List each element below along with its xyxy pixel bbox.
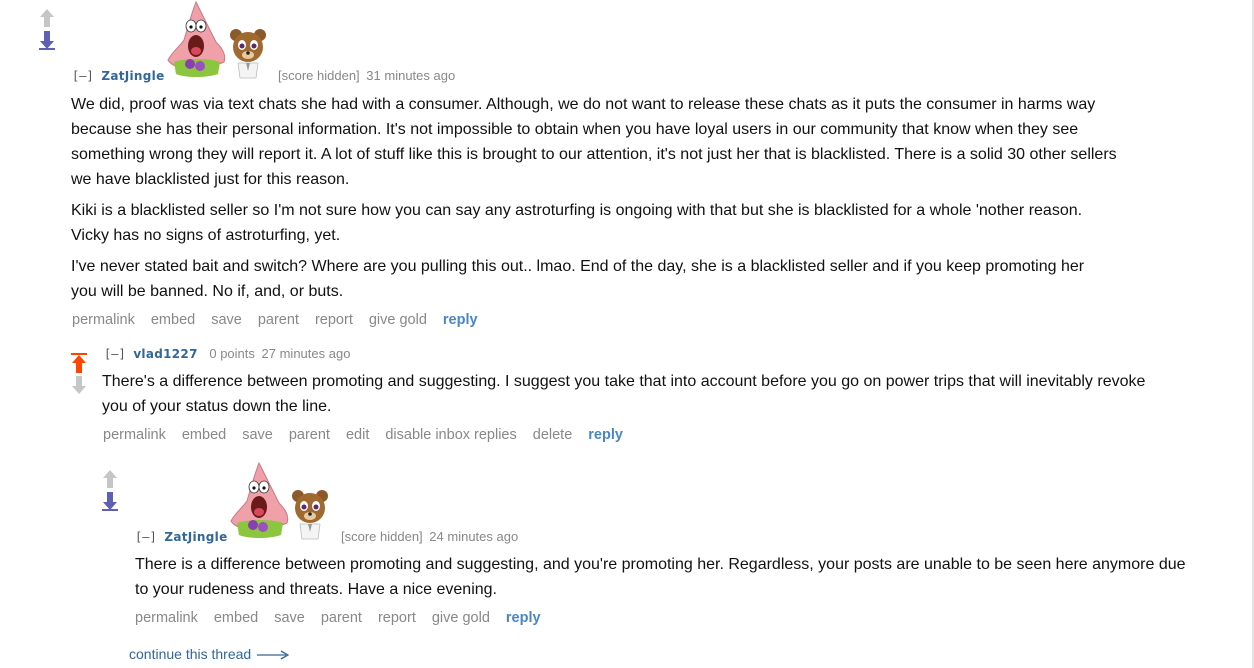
timestamp: 31 minutes ago (366, 68, 456, 83)
give-gold-link[interactable]: give gold (369, 312, 427, 328)
comment-tagline-3: [–] ZatJingle (135, 529, 228, 544)
score-label: [score hidden] (278, 68, 360, 83)
long-right-arrow-icon (257, 647, 290, 663)
downvote-arrow-icon[interactable] (69, 375, 89, 395)
upvote-arrow-icon[interactable] (37, 8, 57, 28)
comment-tagline-1: [–] ZatJingle (72, 68, 165, 83)
report-link[interactable]: report (378, 610, 416, 626)
save-link[interactable]: save (274, 610, 305, 626)
permalink-link[interactable]: permalink (103, 427, 166, 443)
vote-arrows-2 (69, 353, 89, 397)
downvote-arrow-icon[interactable] (37, 30, 57, 50)
edit-link[interactable]: edit (346, 427, 369, 443)
save-link[interactable]: save (211, 312, 242, 328)
upvote-arrow-icon[interactable] (69, 353, 89, 373)
patrick-star-flair-icon (166, 0, 228, 83)
comment-body-2: There's a difference between promoting a… (102, 369, 1162, 425)
embed-link[interactable]: embed (151, 312, 195, 328)
author-link[interactable]: ZatJingle (164, 530, 227, 544)
report-link[interactable]: report (315, 312, 353, 328)
patrick-star-flair-icon (229, 461, 291, 544)
continue-thread-link[interactable]: continue this thread (129, 646, 290, 663)
reply-link[interactable]: reply (443, 312, 478, 328)
disable-inbox-replies-link[interactable]: disable inbox replies (385, 427, 516, 443)
parent-link[interactable]: parent (258, 312, 299, 328)
timestamp: 24 minutes ago (429, 529, 519, 544)
embed-link[interactable]: embed (182, 427, 226, 443)
delete-link[interactable]: delete (533, 427, 573, 443)
vote-arrows-3 (100, 469, 120, 513)
continue-thread-label: continue this thread (129, 646, 252, 662)
timestamp: 27 minutes ago (261, 346, 351, 361)
comment-body-3: There is a difference between promoting … (135, 552, 1195, 608)
comment-actions-3: permalink embed save parent report give gold r… (135, 610, 557, 626)
save-link[interactable]: save (242, 427, 273, 443)
reply-link[interactable]: reply (588, 427, 623, 443)
bear-flair-icon (290, 488, 330, 545)
comment-paragraph: We did, proof was via text chats she had… (71, 96, 1117, 188)
embed-link[interactable]: embed (214, 610, 258, 626)
collapse-toggle[interactable]: [–] (72, 69, 94, 83)
score-label: 0 points (209, 346, 255, 361)
upvote-arrow-icon[interactable] (100, 469, 120, 489)
comment-tagline-2: [–] vlad1227 0 points 27 minutes ago (104, 346, 350, 361)
comment-meta-1: [score hidden] 31 minutes ago (278, 68, 455, 83)
comment-paragraph: Kiki is a blacklisted seller so I'm not … (71, 202, 1083, 244)
permalink-link[interactable]: permalink (72, 312, 135, 328)
collapse-toggle[interactable]: [–] (104, 347, 126, 361)
comment-body-1: We did, proof was via text chats she had… (71, 92, 1121, 310)
permalink-link[interactable]: permalink (135, 610, 198, 626)
bear-flair-icon (228, 27, 268, 84)
parent-link[interactable]: parent (289, 427, 330, 443)
parent-link[interactable]: parent (321, 610, 362, 626)
vote-arrows-1 (37, 8, 57, 52)
collapse-toggle[interactable]: [–] (135, 530, 157, 544)
author-link[interactable]: vlad1227 (133, 347, 197, 361)
comment-meta-3: [score hidden] 24 minutes ago (341, 529, 518, 544)
score-label: [score hidden] (341, 529, 423, 544)
downvote-arrow-icon[interactable] (100, 491, 120, 511)
author-link[interactable]: ZatJingle (101, 69, 164, 83)
comment-paragraph: There is a difference between promoting … (135, 556, 1186, 598)
comment-actions-1: permalink embed save parent report give gold r… (72, 312, 494, 328)
comment-actions-2: permalink embed save parent edit disable inbo… (103, 427, 639, 443)
reply-link[interactable]: reply (506, 610, 541, 626)
comment-paragraph: There's a difference between promoting a… (102, 373, 1146, 415)
comment-paragraph: I've never stated bait and switch? Where… (71, 258, 1085, 300)
give-gold-link[interactable]: give gold (432, 610, 490, 626)
